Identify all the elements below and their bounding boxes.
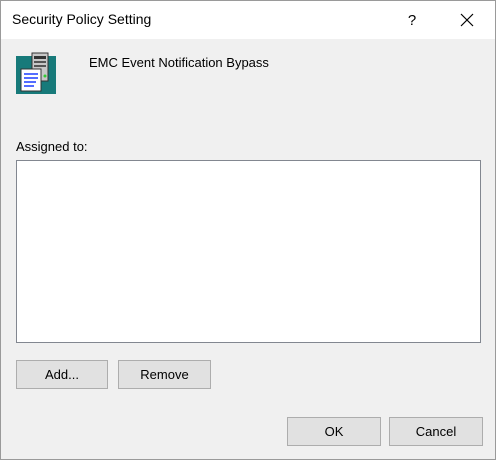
window-title: Security Policy Setting — [12, 11, 152, 27]
remove-button[interactable]: Remove — [118, 360, 211, 389]
help-button[interactable]: ? — [397, 1, 427, 39]
ok-button[interactable]: OK — [287, 417, 381, 446]
title-bar: Security Policy Setting ? — [1, 1, 495, 39]
close-button[interactable] — [447, 1, 487, 39]
assigned-to-label: Assigned to: — [16, 139, 88, 154]
assigned-to-list[interactable] — [16, 160, 481, 343]
security-policy-dialog: Security Policy Setting ? EMC Event Noti… — [0, 0, 496, 460]
add-button[interactable]: Add... — [16, 360, 108, 389]
policy-name: EMC Event Notification Bypass — [89, 55, 269, 70]
policy-computer-icon — [16, 52, 56, 94]
cancel-button[interactable]: Cancel — [389, 417, 483, 446]
close-icon — [460, 13, 474, 27]
